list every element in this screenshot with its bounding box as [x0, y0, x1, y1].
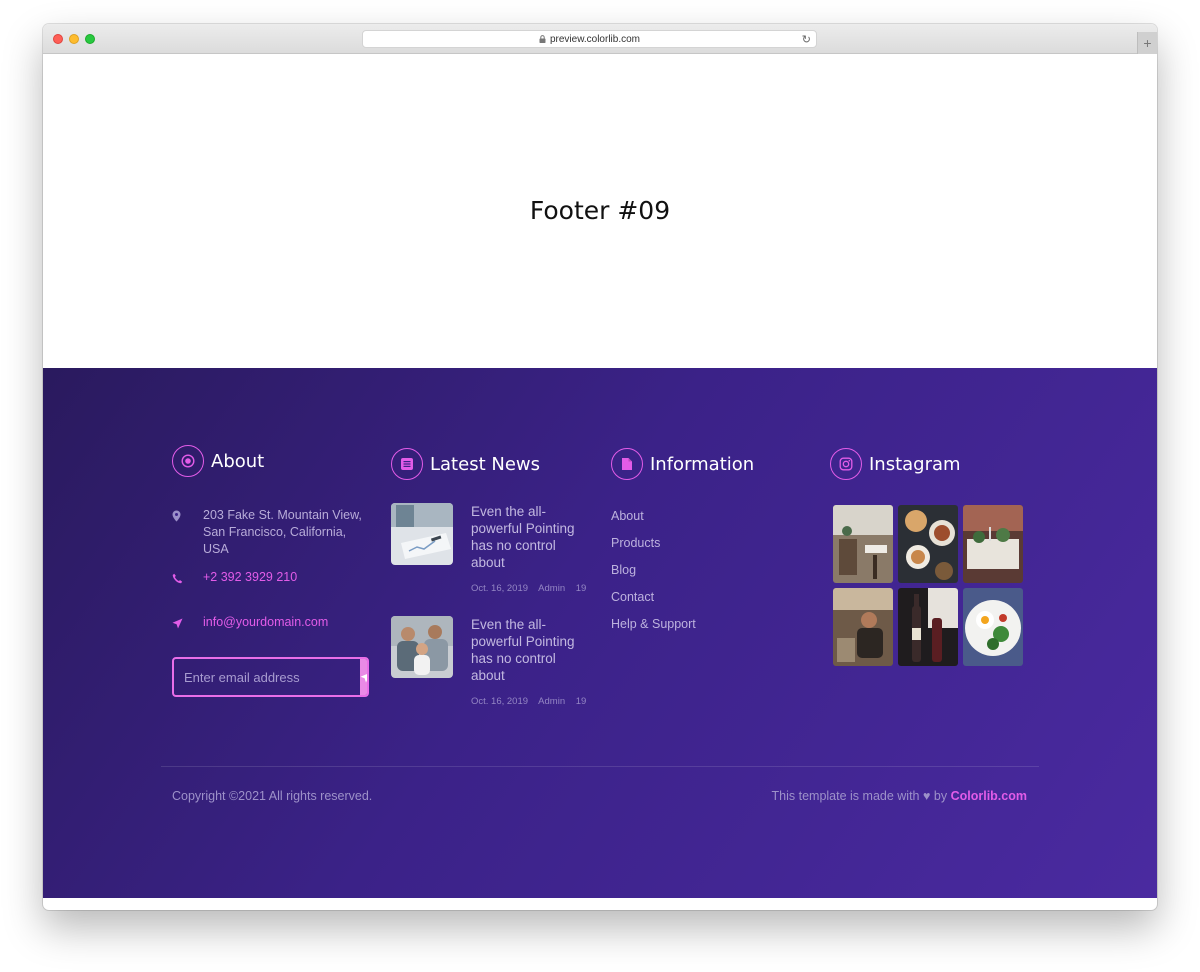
send-icon — [360, 673, 367, 682]
hero-section: Footer #09 — [43, 54, 1157, 368]
news-list-icon — [391, 448, 423, 480]
news-comments[interactable]: 19 — [576, 696, 587, 707]
heart-icon: ♥ — [923, 789, 931, 803]
news-author[interactable]: Admin — [538, 696, 565, 707]
info-link-contact[interactable]: Contact — [611, 584, 696, 611]
page-title: Footer #09 — [529, 196, 671, 225]
about-title: About — [211, 450, 265, 472]
address-row: 203 Fake St. Mountain View, San Francisc… — [172, 507, 372, 558]
map-pin-icon — [172, 507, 203, 558]
latest-news-header: Latest News — [391, 448, 596, 480]
maximize-window-button[interactable] — [85, 34, 95, 44]
instagram-icon — [830, 448, 862, 480]
news-meta: Oct. 16, 2019 Admin 19 — [471, 696, 594, 707]
copyright-text: Copyright ©2021 All rights reserved. — [172, 789, 373, 803]
latest-news-column: Latest News Even the all-powerful Pointi… — [391, 448, 596, 707]
info-link-blog[interactable]: Blog — [611, 557, 696, 584]
news-meta: Oct. 16, 2019 Admin 19 — [471, 583, 594, 594]
instagram-column: Instagram — [830, 448, 1030, 666]
new-tab-button[interactable]: + — [1137, 32, 1157, 54]
about-header: About — [172, 445, 372, 477]
address-text: 203 Fake St. Mountain View, San Francisc… — [203, 508, 362, 556]
target-icon — [172, 445, 204, 477]
about-column: About 203 Fake St. Mountain View, San Fr… — [172, 445, 372, 697]
news-title[interactable]: Even the all-powerful Pointing has no co… — [471, 503, 586, 571]
phone-row: +2 392 3929 210 — [172, 569, 297, 589]
document-icon — [611, 448, 643, 480]
browser-window: preview.colorlib.com ↻ + Footer #09 Abou… — [43, 24, 1157, 910]
colorlib-link[interactable]: Colorlib.com — [951, 789, 1027, 803]
instagram-photo-restaurant[interactable] — [963, 505, 1023, 583]
browser-titlebar: preview.colorlib.com ↻ + — [43, 24, 1157, 54]
information-column: Information About Products Blog Contact … — [611, 448, 801, 631]
reload-icon[interactable]: ↻ — [802, 33, 811, 46]
instagram-photo-chef[interactable] — [833, 588, 893, 666]
instagram-photo-cafe-interior[interactable] — [833, 505, 893, 583]
instagram-photo-food-table[interactable] — [898, 505, 958, 583]
news-item[interactable]: Even the all-powerful Pointing has no co… — [391, 616, 591, 726]
phone-link[interactable]: +2 392 3929 210 — [203, 569, 297, 589]
made-with-prefix: This template is made with — [771, 789, 920, 803]
instagram-photo-wine-bottles[interactable] — [898, 588, 958, 666]
subscribe-submit-button[interactable] — [360, 659, 367, 695]
subscribe-form — [172, 657, 369, 697]
latest-news-title: Latest News — [430, 453, 540, 475]
instagram-grid — [833, 505, 1023, 666]
news-date[interactable]: Oct. 16, 2019 — [471, 583, 528, 594]
made-with-by: by — [933, 789, 948, 803]
news-thumbnail-family[interactable] — [391, 616, 453, 678]
info-link-help-support[interactable]: Help & Support — [611, 611, 696, 638]
close-window-button[interactable] — [53, 34, 63, 44]
instagram-title: Instagram — [869, 453, 961, 475]
minimize-window-button[interactable] — [69, 34, 79, 44]
info-link-products[interactable]: Products — [611, 530, 696, 557]
address-bar[interactable]: preview.colorlib.com ↻ — [362, 30, 817, 48]
information-links: About Products Blog Contact Help & Suppo… — [611, 503, 696, 638]
news-comments[interactable]: 19 — [576, 583, 587, 594]
information-title: Information — [650, 453, 755, 475]
news-title[interactable]: Even the all-powerful Pointing has no co… — [471, 616, 586, 684]
footer: About 203 Fake St. Mountain View, San Fr… — [43, 368, 1157, 898]
made-with-credit: This template is made with ♥ by Colorlib… — [772, 789, 1027, 803]
address-bar-url: preview.colorlib.com — [549, 33, 641, 45]
email-row: info@yourdomain.com — [172, 614, 328, 634]
phone-icon — [172, 569, 203, 589]
instagram-photo-salad-egg[interactable] — [963, 588, 1023, 666]
instagram-header: Instagram — [830, 448, 1030, 480]
email-link[interactable]: info@yourdomain.com — [203, 614, 328, 634]
footer-divider — [161, 766, 1039, 767]
news-item[interactable]: Even the all-powerful Pointing has no co… — [391, 503, 591, 613]
info-link-about[interactable]: About — [611, 503, 696, 530]
news-date[interactable]: Oct. 16, 2019 — [471, 696, 528, 707]
send-arrow-icon — [172, 614, 203, 634]
lock-icon — [539, 35, 546, 43]
information-header: Information — [611, 448, 801, 480]
subscribe-email-input[interactable] — [174, 659, 360, 695]
news-thumbnail-laptop[interactable] — [391, 503, 453, 565]
news-author[interactable]: Admin — [538, 583, 565, 594]
